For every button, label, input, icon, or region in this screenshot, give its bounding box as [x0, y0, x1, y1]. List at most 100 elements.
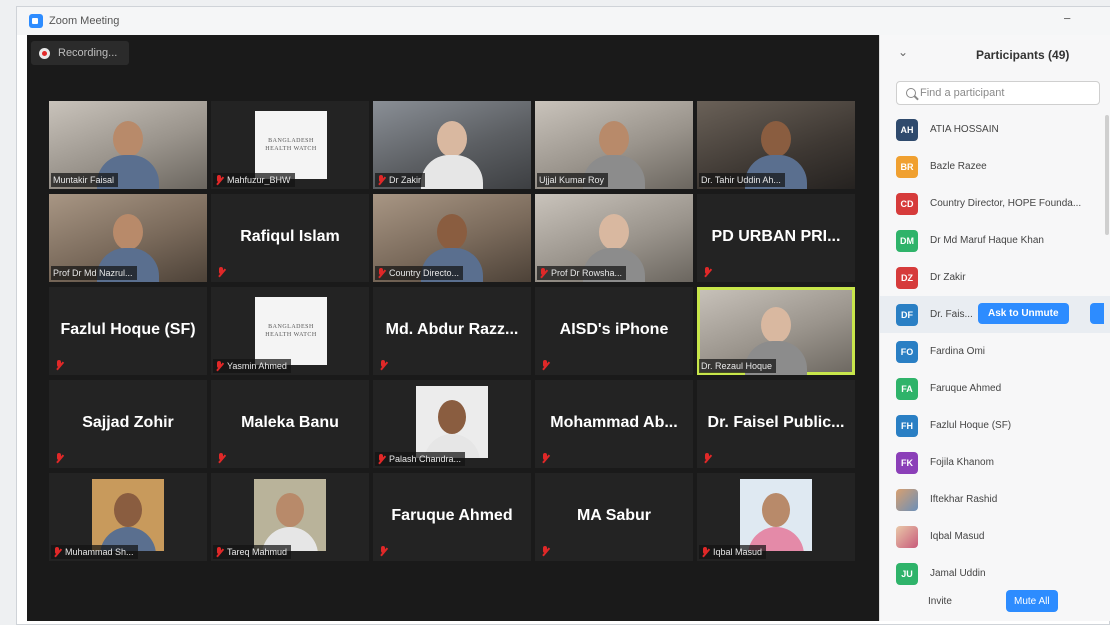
tile-name-label: Ujjal Kumar Roy	[537, 173, 609, 187]
logo-text: BANGLADESH	[268, 324, 314, 330]
logo-text: HEALTH WATCH	[265, 146, 317, 152]
video-tile[interactable]: MA Sabur	[535, 473, 693, 561]
mute-all-button[interactable]: Mute All	[1006, 590, 1058, 612]
participant-row[interactable]: FH Fazlul Hoque (SF)	[880, 407, 1110, 444]
video-tile[interactable]: BANGLADESH HEALTH WATCH Mahfuzur_BHW	[211, 101, 369, 189]
muted-mic-icon	[541, 360, 550, 371]
avatar: DF	[896, 303, 918, 326]
avatar	[896, 488, 918, 511]
muted-mic-icon	[217, 267, 226, 278]
video-tile[interactable]: PD URBAN PRI...	[697, 194, 855, 282]
video-tile[interactable]: Md. Abdur Razz...	[373, 287, 531, 375]
video-tile[interactable]: Mohammad Ab...	[535, 380, 693, 468]
participant-row-hovered[interactable]: DF Dr. Fais... Ask to Unmute	[880, 296, 1110, 333]
participant-list: AH ATIA HOSSAIN BR Bazle Razee CD Countr…	[880, 111, 1110, 592]
participant-row[interactable]: FO Fardina Omi	[880, 333, 1110, 370]
tile-name-label: Tareq Mahmud	[213, 545, 292, 559]
participant-name: Fardina Omi	[930, 346, 986, 357]
muted-mic-icon	[215, 174, 224, 186]
participant-name: Dr Md Maruf Haque Khan	[930, 235, 1044, 246]
video-tile[interactable]: Iqbal Masud	[697, 473, 855, 561]
minimize-button[interactable]: −	[1063, 11, 1071, 26]
video-tile[interactable]: Muntakir Faisal	[49, 101, 207, 189]
avatar: CD	[896, 192, 918, 215]
muted-mic-icon	[215, 546, 224, 558]
participant-row[interactable]: FK Fojila Khanom	[880, 444, 1110, 481]
muted-mic-icon	[541, 453, 550, 464]
scrollbar[interactable]	[1105, 115, 1109, 235]
participant-row[interactable]: DZ Dr Zakir	[880, 259, 1110, 296]
participant-name: Ujjal Kumar Roy	[539, 175, 605, 185]
invite-button[interactable]: Invite	[922, 591, 958, 611]
video-tile[interactable]: Country Directo...	[373, 194, 531, 282]
video-grid: Muntakir Faisal BANGLADESH HEALTH WATCH …	[49, 101, 857, 561]
profile-image: BANGLADESH HEALTH WATCH	[255, 297, 327, 365]
participant-row[interactable]: Iftekhar Rashid	[880, 481, 1110, 518]
muted-mic-icon	[55, 453, 64, 464]
participant-row[interactable]: Iqbal Masud	[880, 518, 1110, 555]
participant-name: Iftekhar Rashid	[930, 494, 998, 505]
participant-name: Sajjad Zohir	[82, 414, 174, 431]
participant-row[interactable]: FA Faruque Ahmed	[880, 370, 1110, 407]
participant-name: Country Director, HOPE Founda...	[930, 198, 1082, 209]
video-tile[interactable]: Faruque Ahmed	[373, 473, 531, 561]
participant-row[interactable]: BR Bazle Razee	[880, 148, 1110, 185]
video-tile[interactable]: Dr. Tahir Uddin Ah...	[697, 101, 855, 189]
participant-search[interactable]	[896, 81, 1100, 105]
participant-name: Dr. Tahir Uddin Ah...	[701, 175, 781, 185]
muted-mic-icon	[379, 546, 388, 557]
video-tile[interactable]: Prof Dr Rowsha...	[535, 194, 693, 282]
participant-name: Mahfuzur_BHW	[227, 175, 291, 185]
participant-name: Country Directo...	[389, 268, 460, 278]
participants-footer: Invite Mute All	[880, 581, 1110, 621]
avatar: FO	[896, 340, 918, 363]
avatar: DM	[896, 229, 918, 252]
participant-name: Maleka Banu	[241, 414, 339, 431]
participant-name: Faruque Ahmed	[391, 507, 513, 524]
participant-row[interactable]: DM Dr Md Maruf Haque Khan	[880, 222, 1110, 259]
more-options-button[interactable]	[1090, 303, 1104, 324]
participant-row[interactable]: AH ATIA HOSSAIN	[880, 111, 1110, 148]
participant-name: Dr Zakir	[930, 272, 966, 283]
participant-name: Fazlul Hoque (SF)	[930, 420, 1012, 431]
profile-photo	[254, 479, 326, 551]
recording-indicator[interactable]: Recording...	[31, 41, 130, 65]
participant-name: Yasmin Ahmed	[227, 361, 287, 371]
muted-mic-icon	[701, 546, 710, 558]
video-tile[interactable]: Sajjad Zohir	[49, 380, 207, 468]
ask-to-unmute-button[interactable]: Ask to Unmute	[978, 303, 1069, 324]
muted-mic-icon	[377, 174, 386, 186]
video-tile[interactable]: Muhammad Sh...	[49, 473, 207, 561]
chevron-down-icon[interactable]: ⌄	[898, 45, 908, 59]
video-tile[interactable]: Tareq Mahmud	[211, 473, 369, 561]
video-tile[interactable]: Prof Dr Md Nazrul...	[49, 194, 207, 282]
video-tile[interactable]: BANGLADESH HEALTH WATCH Yasmin Ahmed	[211, 287, 369, 375]
participant-name: PD URBAN PRI...	[711, 228, 841, 245]
muted-mic-icon	[379, 360, 388, 371]
video-tile[interactable]: Fazlul Hoque (SF)	[49, 287, 207, 375]
search-input[interactable]	[920, 87, 1090, 99]
video-tile[interactable]: Dr Zakir	[373, 101, 531, 189]
participant-name: Jamal Uddin	[930, 568, 986, 579]
avatar	[896, 525, 918, 548]
video-tile[interactable]: Ujjal Kumar Roy	[535, 101, 693, 189]
video-tile[interactable]: Rafiqul Islam	[211, 194, 369, 282]
participants-panel: ⌄ Participants (49) AH ATIA HOSSAIN BR B…	[879, 35, 1110, 621]
participant-name: Iqbal Masud	[930, 531, 985, 542]
recording-label: Recording...	[58, 47, 118, 59]
participant-name: Faruque Ahmed	[930, 383, 1002, 394]
video-tile[interactable]: AISD's iPhone	[535, 287, 693, 375]
participant-name: Prof Dr Md Nazrul...	[53, 268, 133, 278]
participant-row[interactable]: CD Country Director, HOPE Founda...	[880, 185, 1110, 222]
video-tile[interactable]: Dr. Faisel Public...	[697, 380, 855, 468]
active-speaker-tile[interactable]: Dr. Rezaul Hoque	[697, 287, 855, 375]
tile-name-label: Iqbal Masud	[699, 545, 767, 559]
muted-mic-icon	[703, 453, 712, 464]
profile-image: BANGLADESH HEALTH WATCH	[255, 111, 327, 179]
video-tile[interactable]: Palash Chandra...	[373, 380, 531, 468]
video-tile[interactable]: Maleka Banu	[211, 380, 369, 468]
tile-name-label: Prof Dr Md Nazrul...	[51, 266, 137, 280]
participant-name: Fazlul Hoque (SF)	[60, 321, 196, 338]
participant-name: Mohammad Ab...	[550, 414, 678, 431]
participant-name: MA Sabur	[576, 507, 652, 524]
